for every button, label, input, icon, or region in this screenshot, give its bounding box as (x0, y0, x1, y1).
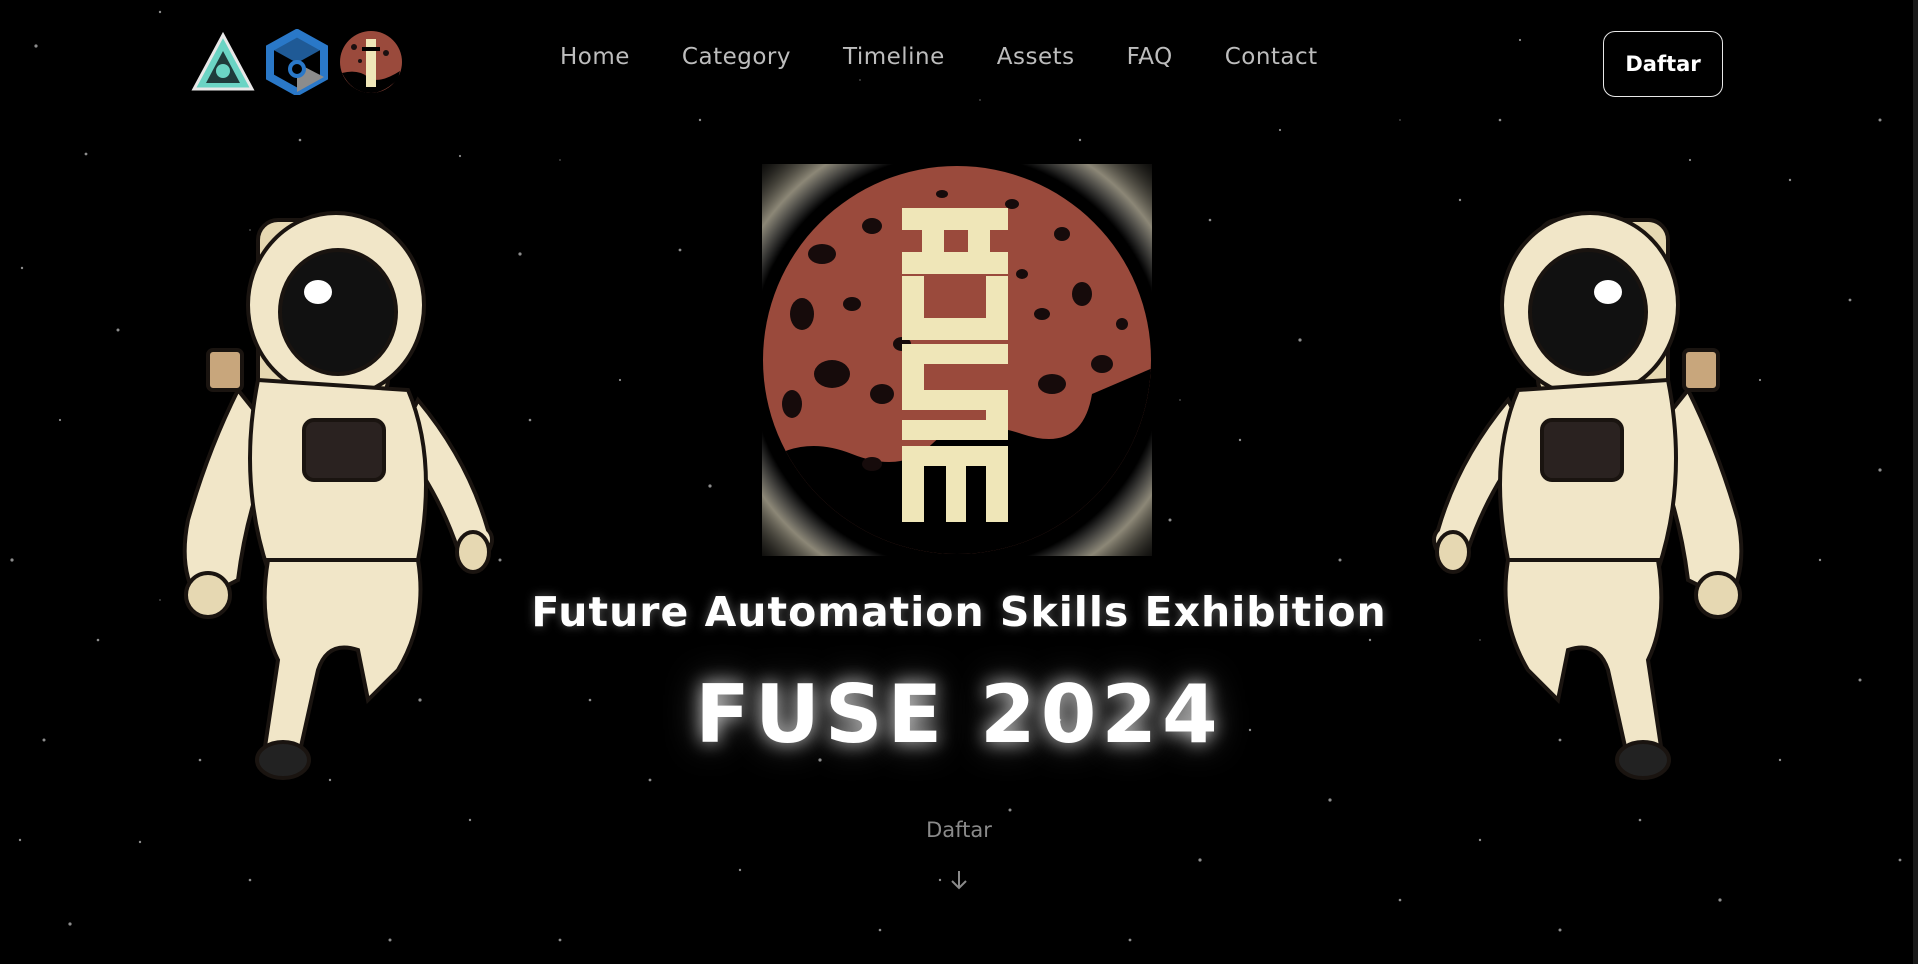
hero-title: FUSE 2024 (695, 668, 1223, 761)
triangle-logo-icon[interactable] (190, 29, 256, 95)
fuse-planet-logo-icon[interactable] (338, 29, 404, 95)
hero-subtitle: Future Automation Skills Exhibition (531, 588, 1387, 636)
nav-faq[interactable]: FAQ (1127, 44, 1173, 70)
fuse-planet-logo (762, 164, 1152, 556)
hero-register-link[interactable]: Daftar (0, 818, 1918, 842)
nav-timeline[interactable]: Timeline (843, 44, 945, 70)
partner-logos (190, 28, 404, 96)
nav-category[interactable]: Category (682, 44, 791, 70)
main-navigation: Home Category Timeline Assets FAQ Contac… (560, 44, 1318, 70)
register-button[interactable]: Daftar (1603, 31, 1723, 97)
hexagon-logo-icon[interactable] (266, 29, 328, 95)
landing-page: Home Category Timeline Assets FAQ Contac… (0, 0, 1918, 964)
nav-home[interactable]: Home (560, 44, 630, 70)
arrow-down-icon[interactable] (949, 868, 969, 892)
nav-assets[interactable]: Assets (997, 44, 1075, 70)
nav-contact[interactable]: Contact (1225, 44, 1318, 70)
